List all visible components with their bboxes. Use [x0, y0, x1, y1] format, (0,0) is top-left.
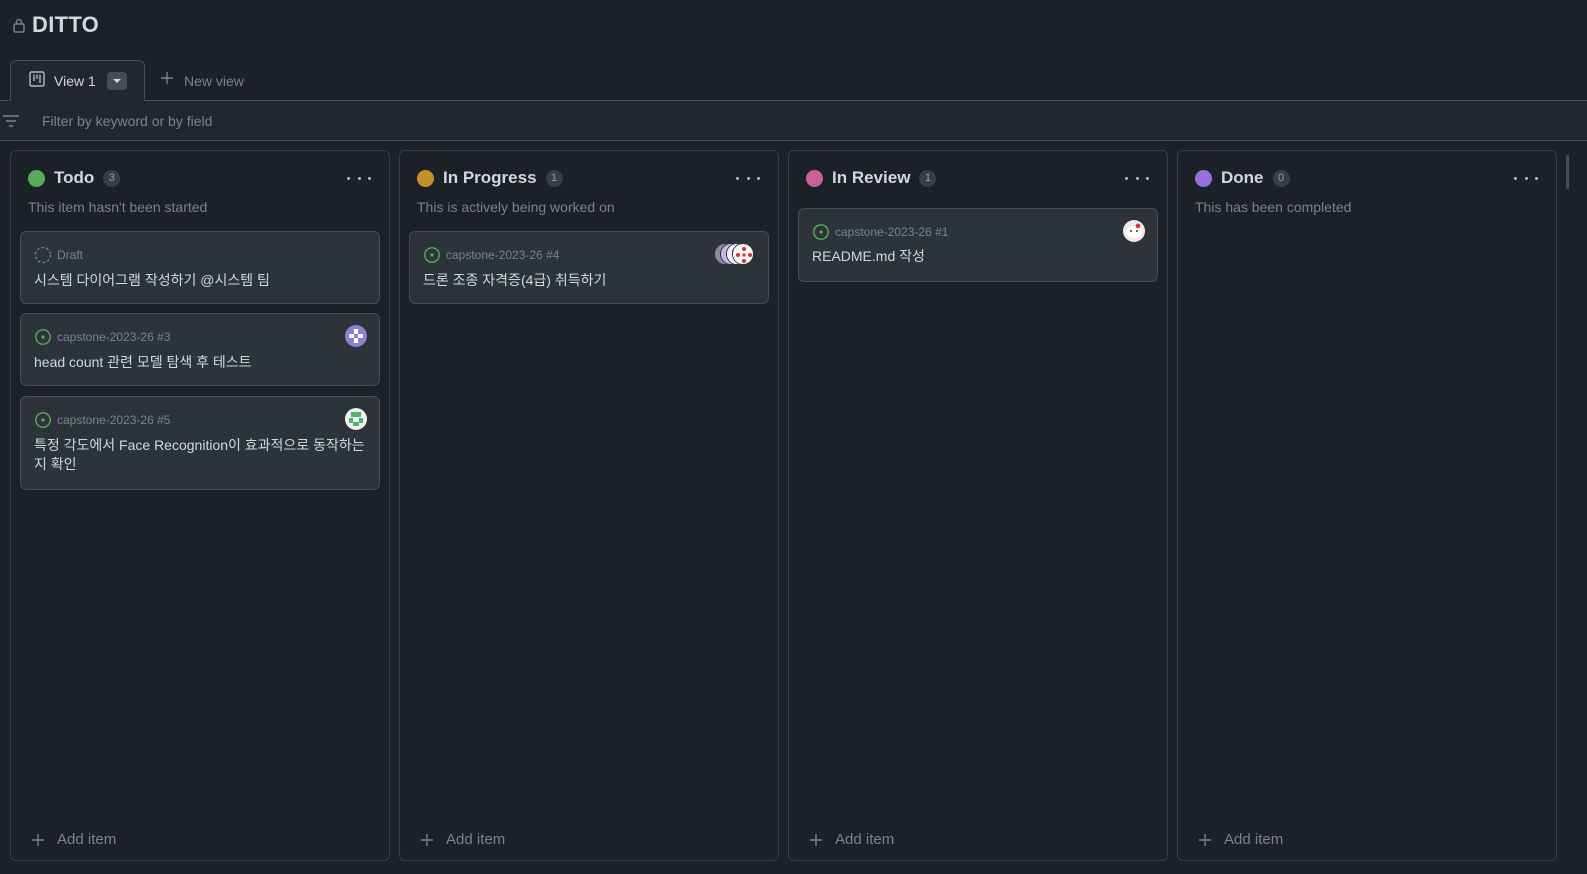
filter-icon[interactable]	[2, 114, 20, 133]
assignee-avatar[interactable]	[345, 408, 367, 430]
assignee-avatar[interactable]	[345, 325, 367, 347]
avatar	[732, 243, 754, 265]
plus-icon	[160, 71, 174, 90]
card-meta: capstone-2023-26 #3	[34, 328, 170, 346]
column-done: Done 0 This has been completed Add item	[1177, 150, 1557, 861]
card-meta-label: capstone-2023-26 #1	[835, 225, 949, 239]
column-title: Todo	[54, 168, 95, 187]
assignee-avatar-stack[interactable]	[714, 243, 756, 265]
card-item[interactable]: capstone-2023-26 #1 README.md 작성	[798, 208, 1158, 282]
card-meta: capstone-2023-26 #4	[423, 246, 559, 264]
column-title: In Progress	[443, 168, 537, 187]
board-icon	[29, 70, 45, 92]
status-dot-icon	[28, 169, 45, 187]
card-title[interactable]: 시스템 다이어그램 작성하기 @시스템 팀	[34, 271, 365, 290]
horizontal-scroll-edge[interactable]	[1566, 155, 1569, 189]
column-header: Todo 3	[28, 167, 121, 189]
status-dot-icon	[1195, 169, 1212, 187]
add-item-label: Add item	[57, 831, 117, 848]
column-menu-button[interactable]	[1125, 169, 1149, 187]
draft-icon	[34, 246, 52, 264]
column-menu-button[interactable]	[347, 169, 371, 187]
card-item[interactable]: capstone-2023-26 #4 드론 조종 자격증(4급) 취득하기	[409, 231, 769, 304]
column-menu-button[interactable]	[1514, 169, 1538, 187]
card-title[interactable]: 드론 조종 자격증(4급) 취득하기	[423, 271, 754, 290]
column-count-badge: 1	[919, 169, 937, 187]
plus-icon	[421, 833, 433, 846]
card-meta-label: capstone-2023-26 #5	[57, 413, 171, 427]
column-in-review: In Review 1 capstone-2023-26 #1 README.m…	[788, 150, 1168, 861]
column-title: Done	[1221, 168, 1264, 187]
assignee-avatar[interactable]	[1123, 220, 1145, 242]
board: Todo 3 This item hasn't been started Dra…	[10, 150, 1587, 861]
tab-view-1[interactable]: View 1	[10, 60, 145, 102]
plus-icon	[1199, 833, 1211, 846]
column-count-badge: 0	[1272, 169, 1290, 187]
card-meta-label: Draft	[57, 248, 84, 262]
column-description: This has been completed	[1195, 199, 1352, 215]
add-item-label: Add item	[446, 831, 506, 848]
add-item-label: Add item	[835, 831, 895, 848]
new-view-button[interactable]: New view	[160, 60, 244, 101]
tab-options-button[interactable]	[106, 72, 127, 90]
column-count-badge: 1	[545, 169, 563, 187]
column-header: Done 0	[1195, 167, 1290, 189]
filter-input[interactable]	[42, 109, 642, 133]
new-view-label: New view	[184, 72, 244, 89]
issue-opened-icon	[424, 247, 440, 263]
status-dot-icon	[806, 169, 823, 187]
card-item[interactable]: capstone-2023-26 #3 head count 관련 모델 탐색 …	[20, 313, 380, 386]
column-in-progress: In Progress 1 This is actively being wor…	[399, 150, 779, 861]
plus-icon	[32, 833, 44, 846]
column-description: This is actively being worked on	[417, 199, 615, 215]
plus-icon	[810, 833, 822, 846]
column-title: In Review	[832, 168, 911, 187]
page-title: DITTO	[32, 12, 100, 37]
issue-opened-icon	[813, 224, 829, 240]
column-description: This item hasn't been started	[28, 199, 208, 215]
card-title[interactable]: README.md 작성	[812, 247, 1143, 266]
column-header: In Progress 1	[417, 167, 563, 189]
card-item[interactable]: capstone-2023-26 #5 특정 각도에서 Face Recogni…	[20, 396, 380, 490]
card-title[interactable]: 특정 각도에서 Face Recognition이 효과적으로 동작하는지 확인	[34, 436, 365, 474]
triangle-down-icon	[112, 79, 121, 83]
card-meta-label: capstone-2023-26 #3	[57, 330, 171, 344]
add-item-label: Add item	[1224, 831, 1284, 848]
column-count-badge: 3	[103, 169, 121, 187]
tab-label: View 1	[54, 73, 96, 89]
status-dot-icon	[417, 169, 434, 187]
card-title[interactable]: head count 관련 모델 탐색 후 테스트	[34, 353, 365, 372]
project-header: DITTO	[12, 10, 99, 40]
issue-opened-icon	[35, 412, 51, 428]
card-meta: capstone-2023-26 #1	[812, 223, 948, 241]
column-menu-button[interactable]	[736, 169, 760, 187]
view-tabs: View 1 New view	[0, 60, 1587, 102]
card-item[interactable]: Draft 시스템 다이어그램 작성하기 @시스템 팀	[20, 231, 380, 304]
issue-opened-icon	[35, 329, 51, 345]
add-item-button[interactable]: Add item	[420, 831, 505, 848]
add-item-button[interactable]: Add item	[31, 831, 116, 848]
lock-icon	[12, 17, 26, 33]
add-item-button[interactable]: Add item	[1198, 831, 1283, 848]
column-header: In Review 1	[806, 167, 937, 189]
filter-bar	[0, 101, 1587, 141]
card-meta: capstone-2023-26 #5	[34, 411, 170, 429]
column-todo: Todo 3 This item hasn't been started Dra…	[10, 150, 390, 861]
card-meta-label: capstone-2023-26 #4	[446, 248, 560, 262]
card-meta: Draft	[34, 246, 83, 264]
add-item-button[interactable]: Add item	[809, 831, 894, 848]
